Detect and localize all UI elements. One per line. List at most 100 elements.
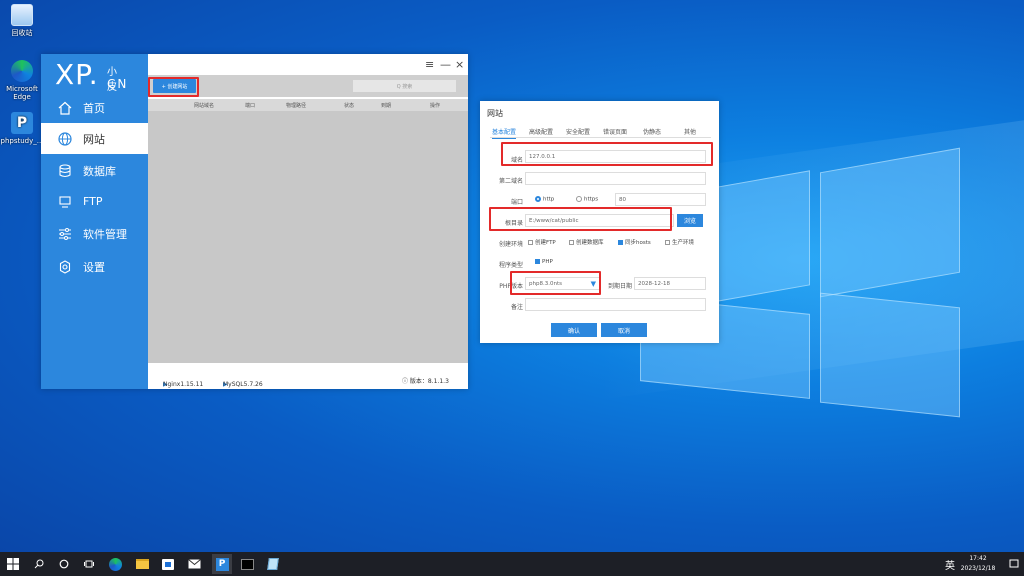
mysql-label: MySQL5.7.26 <box>223 381 263 388</box>
checkbox-icon <box>528 240 533 245</box>
notepad-icon[interactable] <box>265 556 281 572</box>
ftp-icon <box>57 194 73 210</box>
menu-icon[interactable]: ≡ <box>425 58 434 71</box>
column-header: 端口 <box>245 103 256 109</box>
logo-cn: CN <box>107 77 129 91</box>
desktop-icon-label: Microsoft Edge <box>6 85 38 101</box>
windows-logo-pane <box>820 147 960 298</box>
sidebar-item-settings[interactable]: 设置 <box>41 251 148 282</box>
phpstudy-taskbar-icon[interactable]: P <box>212 554 232 574</box>
table-header: 网站域名 端口 物理路径 状态 到期 操作 <box>148 99 468 111</box>
windows-logo-pane <box>820 292 960 418</box>
https-label: https <box>584 196 599 203</box>
desktop-icon-edge[interactable]: Microsoft Edge <box>0 60 44 101</box>
sync-hosts-checkbox[interactable]: 同步hosts <box>618 238 651 246</box>
column-header: 操作 <box>430 103 441 109</box>
nginx-label: Nginx1.15.11 <box>163 381 204 388</box>
logo-xp: XP. <box>55 58 99 91</box>
cancel-button[interactable]: 取消 <box>601 323 647 337</box>
column-header: 到期 <box>381 103 392 109</box>
http-radio[interactable]: http <box>535 196 554 203</box>
sidebar-item-label: 数据库 <box>83 164 116 178</box>
expire-label: 到期日期 <box>607 283 632 290</box>
store-icon[interactable] <box>160 556 176 572</box>
tab-security[interactable]: 安全配置 <box>566 127 590 136</box>
checkbox-label: 创建FTP <box>535 240 556 246</box>
search-icon[interactable] <box>31 556 47 572</box>
tab-other[interactable]: 其他 <box>684 127 696 136</box>
checkbox-checked-icon <box>535 259 540 264</box>
checkbox-label: PHP <box>542 259 553 265</box>
checkbox-label: 创建数据库 <box>576 240 604 246</box>
checkbox-label: 生产环境 <box>672 240 695 246</box>
cortana-icon[interactable] <box>56 556 72 572</box>
radio-selected-icon <box>535 196 541 202</box>
gear-icon <box>57 259 73 275</box>
highlight-php-version <box>510 271 601 295</box>
note-label: 备注 <box>510 304 523 311</box>
desktop-icon-label: 回收站 <box>11 29 33 37</box>
checkbox-icon <box>569 240 574 245</box>
expire-date-field[interactable]: 2028-12-18 <box>634 277 706 290</box>
sidebar-item-label: FTP <box>83 195 103 208</box>
status-bar: ▶ Nginx1.15.11 ▶ MySQL5.7.26 ⓘ 版本：8.1.1.… <box>148 371 468 389</box>
search-input[interactable]: Q 搜索 <box>353 80 456 92</box>
second-domain-field[interactable] <box>525 172 706 185</box>
clock-date[interactable]: 2023/12/18 <box>953 565 1003 572</box>
sidebar-item-home[interactable]: 首页 <box>41 92 148 123</box>
second-domain-label: 第二域名 <box>498 178 523 185</box>
notification-icon[interactable] <box>1006 556 1022 572</box>
file-explorer-icon[interactable] <box>134 556 150 572</box>
browse-button[interactable]: 浏览 <box>677 214 703 227</box>
home-icon <box>57 100 73 116</box>
start-button[interactable] <box>5 556 21 572</box>
highlight-create-button <box>148 77 199 97</box>
sidebar-item-ftp[interactable]: FTP <box>41 186 148 217</box>
port-field[interactable]: 80 <box>615 193 706 206</box>
sidebar-item-label: 网站 <box>83 132 105 146</box>
tab-basic[interactable]: 基本配置 <box>492 127 517 139</box>
sidebar: XP. 小皮 CN 首页 网站 数据库 FTP 软件管理 设置 <box>41 54 148 389</box>
confirm-button[interactable]: 确认 <box>551 323 597 337</box>
recycle-bin-icon <box>11 4 33 26</box>
create-ftp-checkbox[interactable]: 创建FTP <box>528 238 556 246</box>
note-field[interactable] <box>525 298 706 311</box>
desktop-icon-phpstudy[interactable]: P phpstudy_... <box>0 112 44 145</box>
dialog-tabs: 基本配置 高级配置 安全配置 错误页面 伪静态 其他 <box>490 127 711 139</box>
column-header: 状态 <box>344 103 355 109</box>
mail-icon[interactable] <box>186 556 202 572</box>
desktop-icon-label: phpstudy_... <box>0 137 44 145</box>
env-label: 创建环境 <box>498 241 523 248</box>
desktop-icon-recycle-bin[interactable]: 回收站 <box>0 4 44 37</box>
minimize-button[interactable]: — <box>440 58 451 71</box>
create-db-checkbox[interactable]: 创建数据库 <box>569 238 604 246</box>
tab-advanced[interactable]: 高级配置 <box>529 127 553 136</box>
column-header: 物理路径 <box>286 103 307 109</box>
task-view-icon[interactable] <box>81 556 97 572</box>
checkbox-label: 同步hosts <box>625 240 651 246</box>
website-table-body <box>148 111 468 363</box>
clock-time[interactable]: 17:42 <box>958 555 998 562</box>
program-type-label: 程序类型 <box>498 262 523 269</box>
checkbox-icon <box>665 240 670 245</box>
php-checkbox[interactable]: PHP <box>535 259 553 265</box>
port-label: 端口 <box>510 199 523 206</box>
production-checkbox[interactable]: 生产环境 <box>665 238 694 246</box>
edge-icon <box>11 60 33 82</box>
sidebar-item-database[interactable]: 数据库 <box>41 155 148 186</box>
sidebar-item-label: 首页 <box>83 101 105 115</box>
tab-error-pages[interactable]: 错误页面 <box>603 127 627 136</box>
tab-rewrite[interactable]: 伪静态 <box>643 127 661 136</box>
column-header: 网站域名 <box>194 103 215 109</box>
edge-taskbar-icon[interactable] <box>107 556 123 572</box>
sidebar-item-website[interactable]: 网站 <box>41 123 148 154</box>
main-panel: ≡ — × + 创建网站 Q 搜索 网站域名 端口 物理路径 状态 到期 操作 … <box>148 54 468 389</box>
sidebar-item-label: 设置 <box>83 260 105 274</box>
radio-icon <box>576 196 582 202</box>
close-button[interactable]: × <box>455 58 464 71</box>
terminal-icon[interactable] <box>239 556 255 572</box>
https-radio[interactable]: https <box>576 196 598 203</box>
sidebar-item-software[interactable]: 软件管理 <box>41 218 148 249</box>
version-label: ⓘ 版本：8.1.1.3 <box>402 378 449 385</box>
globe-icon <box>57 131 73 147</box>
